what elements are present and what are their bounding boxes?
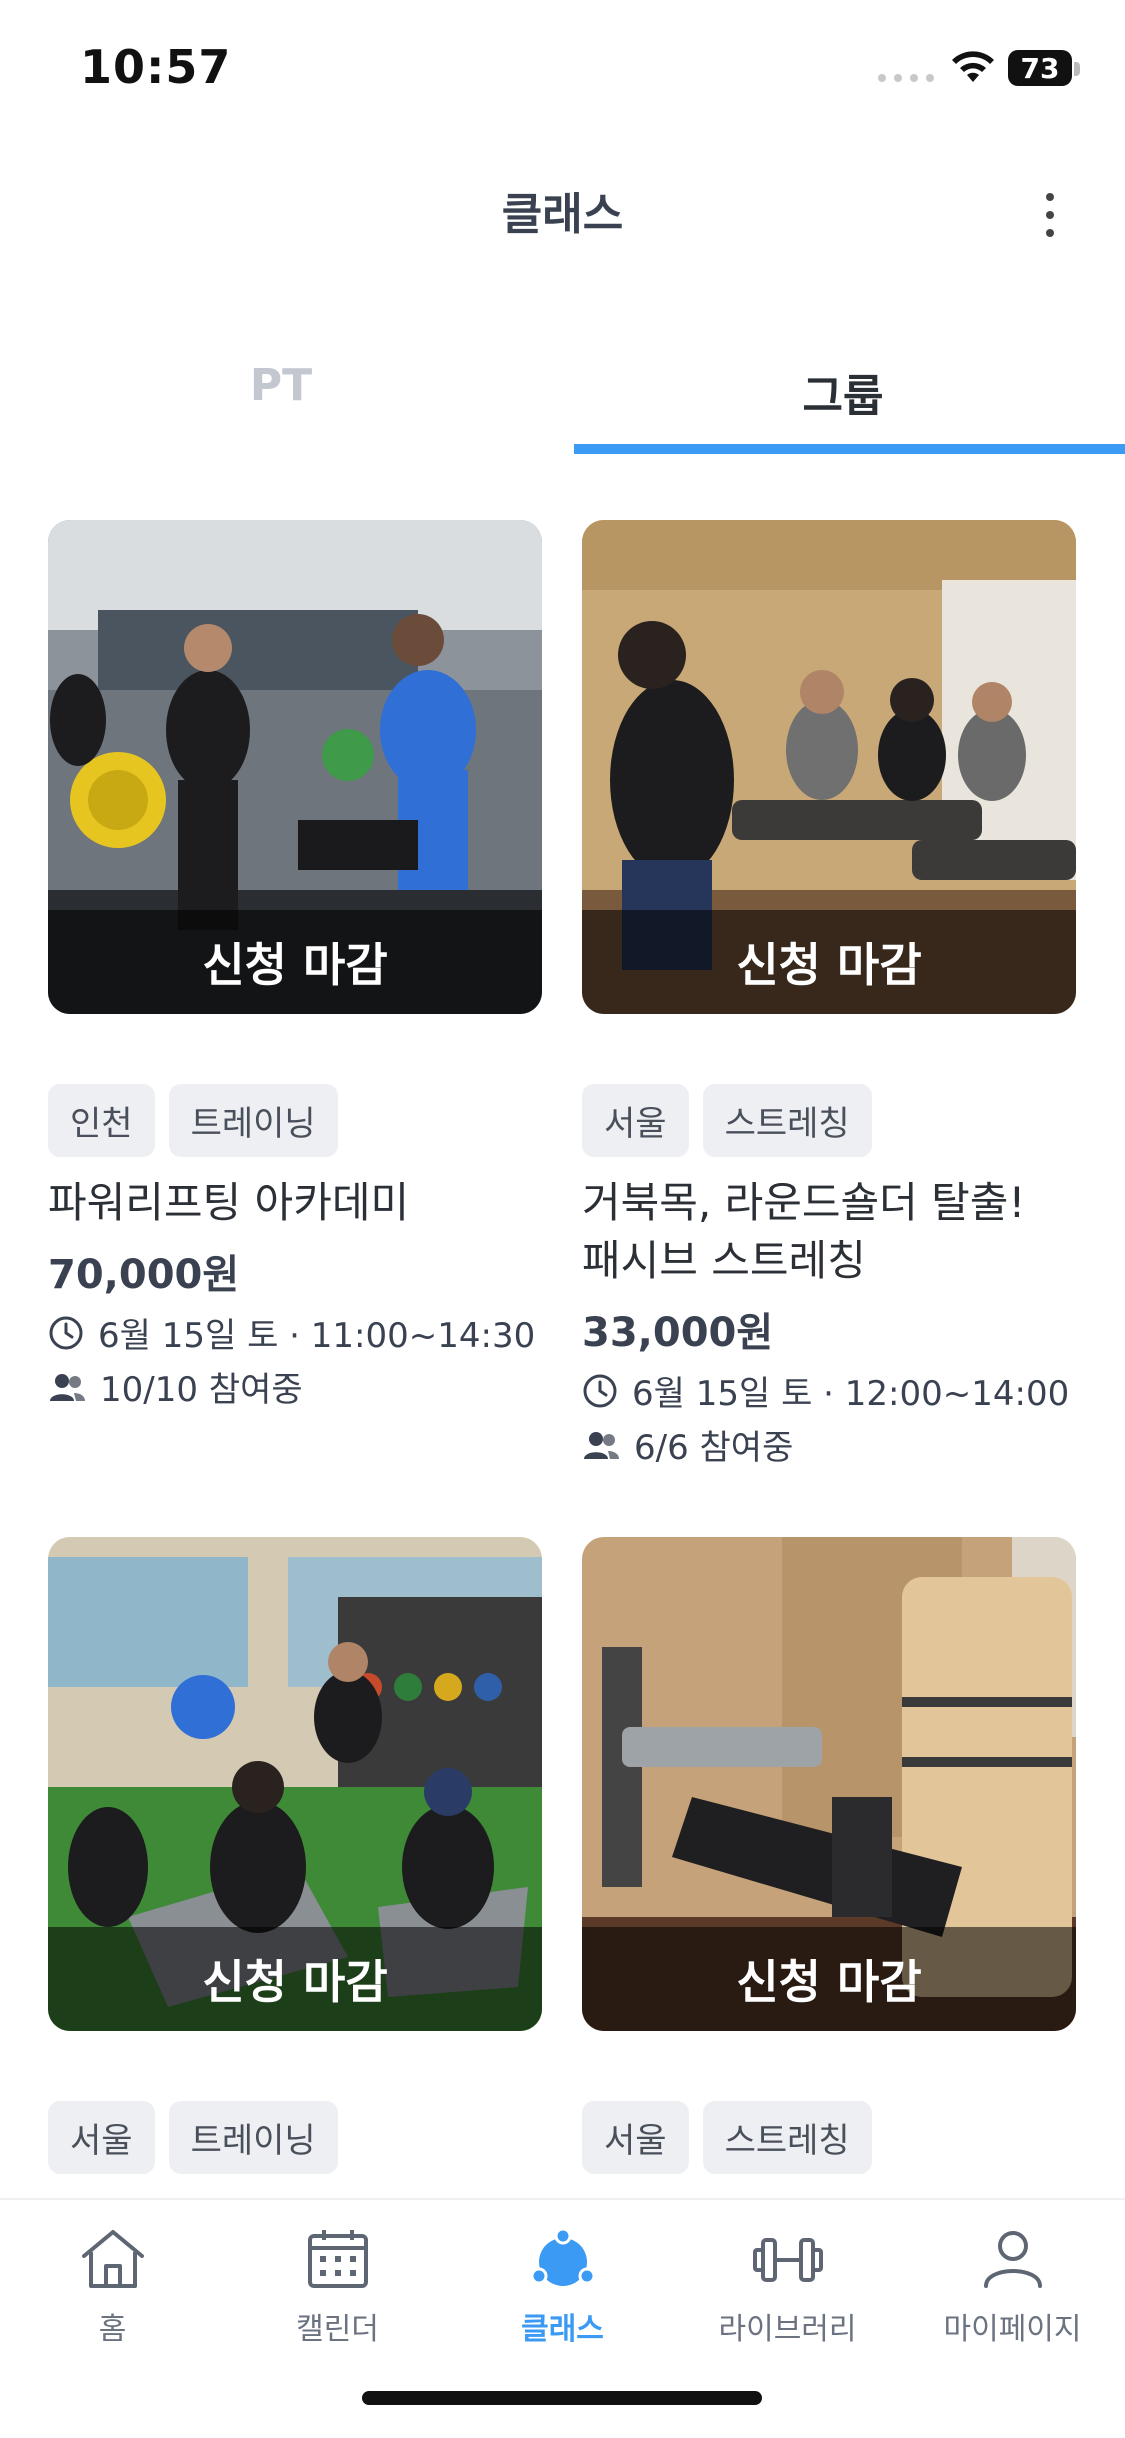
tag-list: 서울 트레이닝 — [48, 2101, 338, 2174]
nav-item-calendar[interactable]: 캘린더 — [225, 2226, 450, 2348]
class-participants: 10/10 참여중 — [48, 1362, 303, 1411]
category-tag: 스트레칭 — [702, 2101, 872, 2174]
region-tag: 서울 — [582, 2101, 689, 2174]
nav-label: 홈 — [98, 2312, 127, 2347]
tag-list: 인천 트레이닝 — [48, 1084, 338, 1157]
schedule-text: 6월 15일 토 · 11:00~14:30 — [98, 1316, 536, 1356]
clock-icon — [49, 1316, 83, 1349]
status-bar: 10:57 73 — [0, 0, 1125, 140]
wifi-icon — [952, 51, 994, 82]
class-schedule: 6월 15일 토 · 11:00~14:30 — [48, 1308, 535, 1357]
region-tag: 서울 — [582, 1084, 689, 1157]
person-icon — [983, 2231, 1042, 2288]
class-card[interactable]: 신청 마감 서울 스트레칭 — [582, 1537, 1076, 2174]
status-overlay: 신청 마감 — [582, 910, 1076, 1014]
battery-level: 73 — [1020, 51, 1060, 85]
class-participants: 6/6 참여중 — [582, 1420, 793, 1469]
active-tab-indicator — [574, 444, 1125, 454]
people-icon — [50, 1373, 85, 1401]
calendar-icon — [307, 2230, 368, 2288]
class-card[interactable]: 신청 마감 서울 트레이닝 — [48, 1537, 542, 2174]
status-overlay: 신청 마감 — [48, 910, 542, 1014]
category-tag: 스트레칭 — [702, 1084, 872, 1157]
class-title: 파워리프팅 아카데미 — [48, 1178, 410, 1227]
category-tag: 트레이닝 — [168, 2101, 338, 2174]
category-tag: 트레이닝 — [168, 1084, 338, 1157]
schedule-text: 6월 15일 토 · 12:00~14:00 — [632, 1374, 1070, 1414]
tab-pt[interactable]: PT — [0, 360, 562, 411]
tab-group[interactable]: 그룹 — [562, 360, 1124, 424]
class-card[interactable]: 신청 마감 서울 스트레칭 거북목, 라운드숄더 탈출! 패시브 스트레칭 33… — [582, 520, 1076, 1468]
region-tag: 인천 — [48, 1084, 155, 1157]
class-price: 33,000원 — [582, 1310, 774, 1356]
nav-item-library[interactable]: 라이브러리 — [675, 2226, 900, 2348]
home-indicator[interactable] — [362, 2391, 762, 2405]
class-icon — [530, 2227, 595, 2286]
class-price: 70,000원 — [48, 1252, 240, 1298]
nav-label: 라이브러리 — [718, 2312, 857, 2347]
class-photo: 신청 마감 — [48, 1537, 542, 2031]
status-overlay: 신청 마감 — [48, 1927, 542, 2031]
participants-text: 6/6 참여중 — [634, 1428, 794, 1468]
nav-label: 캘린더 — [296, 2312, 379, 2347]
clock-icon — [583, 1374, 617, 1407]
page-title: 클래스 — [501, 189, 624, 240]
class-photo: 신청 마감 — [48, 520, 542, 1014]
dumbbell-icon — [752, 2238, 823, 2282]
battery-tip — [1074, 62, 1080, 76]
tag-list: 서울 스트레칭 — [582, 1084, 872, 1157]
tag-list: 서울 스트레칭 — [582, 2101, 872, 2174]
people-icon — [584, 1431, 619, 1459]
class-schedule: 6월 15일 토 · 12:00~14:00 — [582, 1366, 1069, 1415]
region-tag: 서울 — [48, 2101, 155, 2174]
participants-text: 10/10 참여중 — [100, 1370, 303, 1410]
home-icon — [81, 2230, 144, 2288]
cellular-signal-icon — [878, 74, 934, 82]
more-options-button[interactable] — [1020, 180, 1080, 250]
class-card[interactable]: 신청 마감 인천 트레이닝 파워리프팅 아카데미 70,000원 6월 15일 … — [48, 520, 542, 1410]
nav-item-home[interactable]: 홈 — [0, 2226, 225, 2348]
nav-label: 마이페이지 — [943, 2312, 1082, 2347]
battery-icon: 73 — [1008, 50, 1072, 86]
status-time: 10:57 — [80, 40, 232, 94]
class-photo: 신청 마감 — [582, 1537, 1076, 2031]
class-title: 거북목, 라운드숄더 탈출! 패시브 스트레칭 — [582, 1178, 1026, 1285]
class-photo: 신청 마감 — [582, 520, 1076, 1014]
status-overlay: 신청 마감 — [582, 1927, 1076, 2031]
nav-item-class[interactable]: 클래스 — [450, 2226, 675, 2348]
nav-item-mypage[interactable]: 마이페이지 — [900, 2226, 1125, 2348]
nav-label: 클래스 — [521, 2312, 604, 2347]
